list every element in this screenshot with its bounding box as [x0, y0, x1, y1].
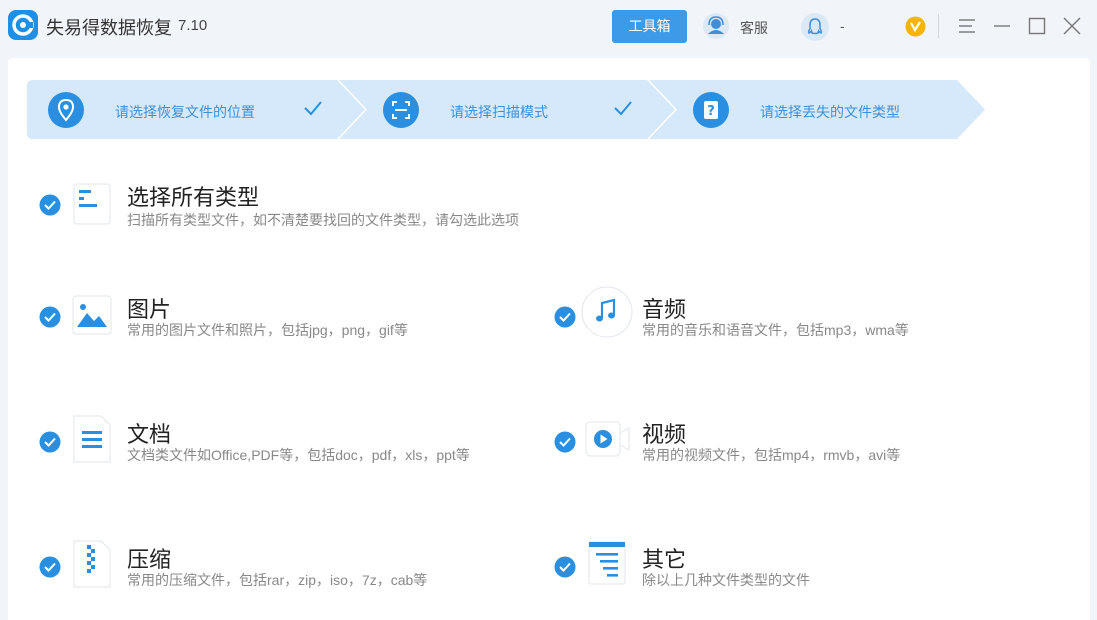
location-pin-icon [47, 91, 85, 129]
image-desc: 常用的图片文件和照片，包括jpg，png，gif等 [127, 322, 408, 338]
menu-icon[interactable] [957, 16, 977, 36]
qq-label: - [840, 18, 845, 34]
step-2-label: 请选择扫描模式 [450, 104, 548, 120]
qq-icon[interactable] [800, 12, 830, 42]
step-1-checkmark-icon [303, 100, 323, 116]
app-version: 7.10 [178, 17, 208, 34]
archive-desc: 常用的压缩文件，包括rar，zip，iso，7z，cab等 [127, 572, 428, 588]
main-panel: 请选择恢复文件的位置 请选择扫描模式 ? 请选择丢失的文件类型 选择所有类型 扫… [8, 58, 1090, 620]
app-title: 失易得数据恢复 [46, 18, 172, 38]
image-checkbox[interactable] [39, 306, 61, 328]
video-checkbox[interactable] [554, 431, 576, 453]
toolbox-button[interactable]: 工具箱 [612, 10, 687, 43]
audio-desc: 常用的音乐和语音文件，包括mp3，wma等 [642, 322, 909, 338]
all-types-checkbox[interactable] [39, 194, 61, 216]
scan-icon [382, 91, 420, 129]
all-types-desc: 扫描所有类型文件，如不清楚要找回的文件类型，请勾选此选项 [127, 212, 519, 228]
vip-badge-icon[interactable] [905, 16, 926, 37]
other-checkbox[interactable] [554, 556, 576, 578]
audio-checkbox[interactable] [554, 306, 576, 328]
app-logo-icon [8, 10, 38, 40]
step-2-checkmark-icon [613, 100, 633, 116]
step-3-label: 请选择丢失的文件类型 [760, 104, 900, 120]
minimize-icon[interactable] [992, 16, 1012, 36]
step-progress: 请选择恢复文件的位置 请选择扫描模式 ? 请选择丢失的文件类型 [27, 80, 987, 139]
maximize-icon[interactable] [1027, 16, 1047, 36]
document-checkbox[interactable] [39, 431, 61, 453]
step-1-label: 请选择恢复文件的位置 [115, 104, 255, 120]
document-icon [72, 414, 112, 464]
other-desc: 除以上几种文件类型的文件 [642, 572, 810, 588]
video-desc: 常用的视频文件，包括mp4，rmvb，avi等 [642, 447, 901, 463]
archive-checkbox[interactable] [39, 556, 61, 578]
other-files-icon [587, 540, 627, 586]
customer-service-label[interactable]: 客服 [740, 18, 768, 38]
image-icon [72, 295, 112, 335]
music-note-icon [581, 286, 633, 338]
close-icon[interactable] [1062, 16, 1082, 36]
all-types-icon [72, 182, 112, 228]
customer-service-icon[interactable] [702, 12, 730, 40]
zip-icon [72, 539, 112, 589]
title-separator [938, 14, 939, 38]
video-icon [585, 419, 631, 459]
question-icon: ? [692, 91, 730, 129]
title-bar: 失易得数据恢复 7.10 工具箱 客服 - [0, 0, 1097, 52]
svg-text:?: ? [707, 104, 715, 119]
all-types-title: 选择所有类型 [127, 185, 260, 210]
document-desc: 文档类文件如Office,PDF等，包括doc，pdf，xls，ppt等 [127, 447, 470, 463]
